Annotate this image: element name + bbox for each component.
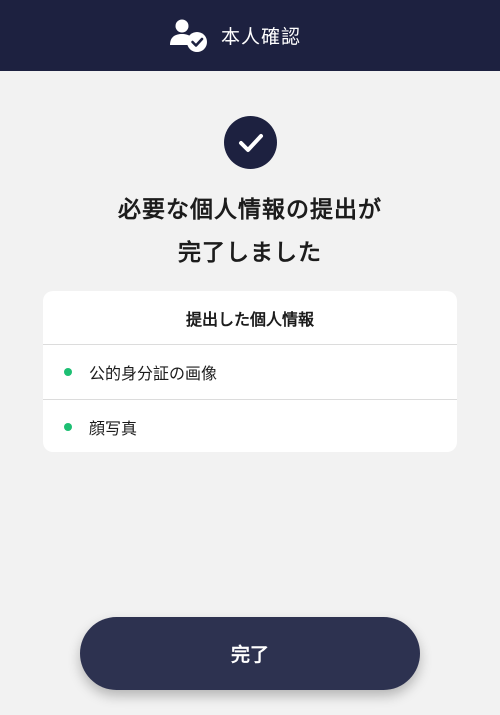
- user-check-icon: [169, 18, 209, 54]
- completion-title-line1: 必要な個人情報の提出が: [118, 197, 382, 223]
- list-item-label: 顔写真: [89, 419, 138, 438]
- list-item: 公的身分証の画像: [43, 345, 457, 399]
- list-item: 顔写真: [43, 399, 457, 452]
- submitted-info-heading: 提出した個人情報: [43, 291, 457, 345]
- list-item-label: 公的身分証の画像: [89, 364, 218, 383]
- done-button[interactable]: 完了: [80, 617, 420, 690]
- header-bar: 本人確認: [0, 0, 500, 71]
- completion-title-line2: 完了しました: [178, 240, 322, 266]
- submitted-info-card: 提出した個人情報 公的身分証の画像 顔写真: [43, 291, 457, 452]
- bullet-dot-icon: [64, 423, 72, 431]
- header-title: 本人確認: [220, 26, 301, 48]
- success-check-icon: [224, 116, 277, 169]
- bullet-dot-icon: [64, 368, 72, 376]
